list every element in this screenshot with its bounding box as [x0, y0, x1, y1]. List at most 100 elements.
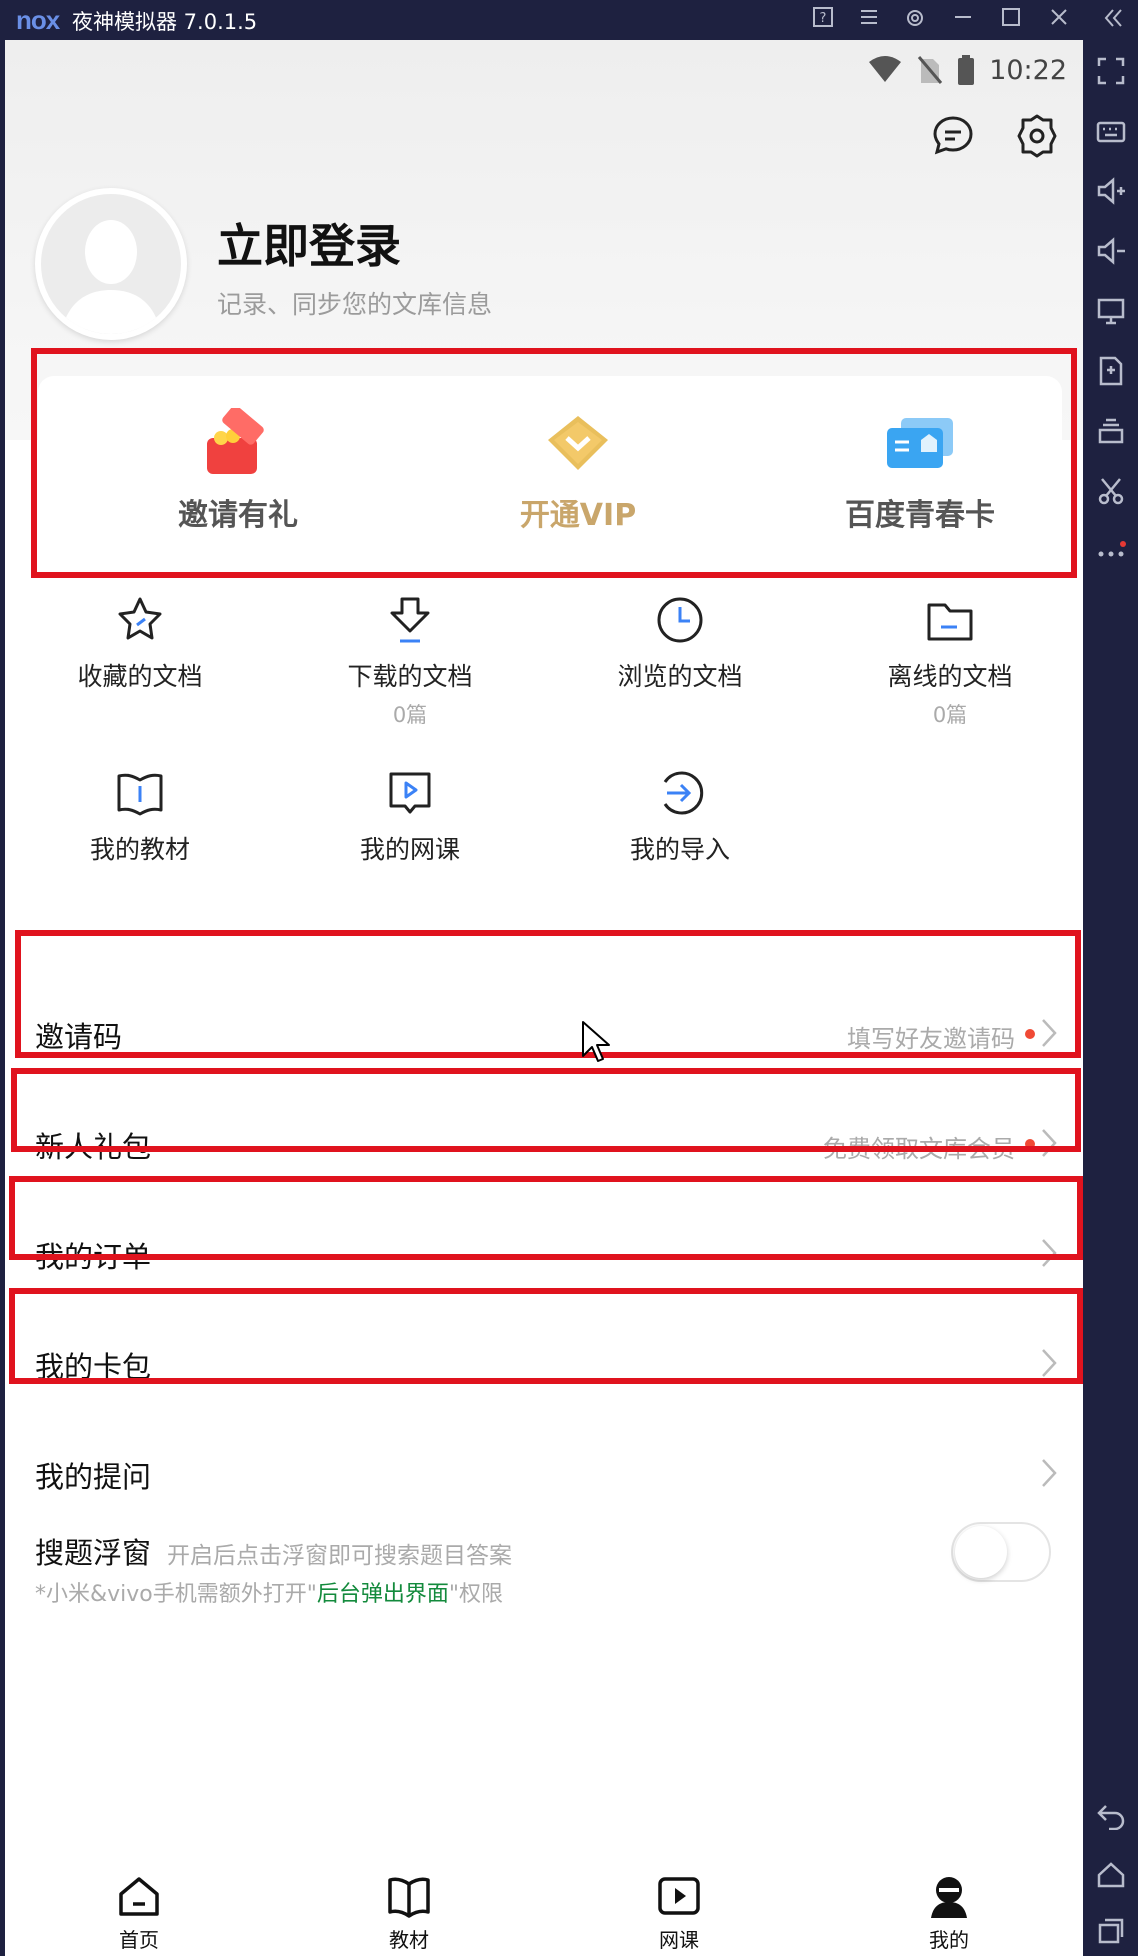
- message-icon[interactable]: [929, 112, 977, 160]
- background-popup-permission-link[interactable]: 后台弹出界面: [317, 1582, 449, 1607]
- help-icon[interactable]: ?: [808, 6, 838, 34]
- collapse-icon[interactable]: [1098, 6, 1128, 34]
- chevron-right-icon: [1042, 1459, 1057, 1487]
- menu-icon[interactable]: [854, 6, 884, 34]
- volume-down-icon[interactable]: [1096, 236, 1126, 266]
- grid-downloads[interactable]: 下载的文档 0篇: [275, 595, 545, 735]
- grid-offline-count: 0篇: [932, 703, 968, 727]
- video-lesson-icon: [389, 772, 431, 814]
- notification-dot: [1025, 1029, 1035, 1039]
- keyboard-icon[interactable]: [1096, 116, 1126, 146]
- grid-offline[interactable]: 离线的文档 0篇: [815, 595, 1083, 735]
- phone-screen: 10:22 立即登录 记录、同步您的文库信息 邀请有礼 开通VIP 百度青春卡 …: [5, 40, 1083, 1956]
- grid-textbooks[interactable]: 我的教材: [5, 768, 275, 908]
- tab-home-label: 首页: [119, 1928, 159, 1952]
- note-prefix: *小米&vivo手机需额外打开": [35, 1582, 317, 1607]
- book-icon: [117, 773, 163, 816]
- row-invite-code-hint: 填写好友邀请码: [847, 1025, 1015, 1053]
- row-newbie-gift[interactable]: 新人礼包 免费领取文库会员: [5, 1096, 1083, 1192]
- tab-me-label: 我的: [929, 1928, 969, 1952]
- close-icon[interactable]: [1044, 6, 1074, 34]
- login-title[interactable]: 立即登录: [217, 210, 401, 276]
- mouse-cursor: [582, 1021, 610, 1062]
- multi-instance-icon[interactable]: [1096, 416, 1126, 446]
- quick-youth-card[interactable]: 百度青春卡: [780, 376, 1060, 554]
- note-suffix: "权限: [448, 1582, 504, 1607]
- tab-courses[interactable]: 网课: [589, 1860, 769, 1956]
- star-icon: [118, 597, 162, 640]
- avatar[interactable]: [35, 188, 187, 340]
- row-my-cards-label: 我的卡包: [35, 1350, 152, 1384]
- row-my-questions-label: 我的提问: [35, 1460, 152, 1494]
- bottom-tab-bar: 首页 教材 网课 我的: [5, 1860, 1083, 1956]
- grid-history[interactable]: 浏览的文档: [545, 595, 815, 735]
- vip-diamond-icon: [548, 416, 608, 470]
- row-invite-code-label: 邀请码: [35, 1020, 123, 1054]
- row-my-cards[interactable]: 我的卡包: [5, 1316, 1083, 1412]
- floating-search-note: *小米&vivo手机需额外打开"后台弹出界面"权限: [35, 1576, 503, 1608]
- grid-downloads-count: 0篇: [392, 703, 428, 727]
- apk-install-icon[interactable]: [1096, 356, 1126, 386]
- back-icon[interactable]: [1096, 1800, 1126, 1830]
- grid-courses[interactable]: 我的网课: [275, 768, 545, 908]
- settings-icon[interactable]: [900, 6, 930, 34]
- login-subtitle: 记录、同步您的文库信息: [217, 290, 493, 319]
- chevron-right-icon: [1042, 1129, 1057, 1157]
- floating-search-desc: 开启后点击浮窗即可搜索题目答案: [167, 1543, 512, 1569]
- floating-search-toggle[interactable]: [951, 1522, 1051, 1582]
- volume-up-icon[interactable]: [1096, 176, 1126, 206]
- emulator-side-toolbar: [1083, 40, 1138, 1956]
- wifi-icon: [869, 56, 902, 82]
- scissors-icon[interactable]: [1096, 476, 1126, 506]
- tab-me[interactable]: 我的: [859, 1860, 1039, 1956]
- row-my-orders-label: 我的订单: [35, 1240, 152, 1274]
- toggle-knob: [955, 1526, 1007, 1578]
- minimize-icon[interactable]: [948, 6, 978, 34]
- play-icon: [658, 1877, 700, 1915]
- notification-dot: [1025, 1139, 1035, 1149]
- tab-textbooks-label: 教材: [389, 1928, 429, 1952]
- row-newbie-gift-label: 新人礼包: [35, 1130, 152, 1164]
- clock-icon: [657, 597, 703, 643]
- grid-favorites-label: 收藏的文档: [77, 662, 203, 691]
- book-open-icon: [388, 1877, 430, 1918]
- row-my-orders[interactable]: 我的订单: [5, 1206, 1083, 1302]
- quick-actions-card: 邀请有礼 开通VIP 百度青春卡: [38, 376, 1062, 554]
- gear-icon[interactable]: [1013, 112, 1061, 160]
- quick-youth-card-label: 百度青春卡: [845, 498, 995, 533]
- grid-favorites[interactable]: 收藏的文档: [5, 595, 275, 735]
- battery-icon: [958, 55, 975, 85]
- svg-text:?: ?: [820, 11, 827, 26]
- more-icon[interactable]: [1096, 536, 1126, 566]
- status-bar: 10:22: [867, 50, 1067, 90]
- fullscreen-icon[interactable]: [1096, 56, 1126, 86]
- grid-history-label: 浏览的文档: [617, 662, 743, 691]
- quick-invite[interactable]: 邀请有礼: [98, 376, 378, 554]
- grid-imports[interactable]: 我的导入: [545, 768, 815, 908]
- chevron-right-icon: [1042, 1019, 1057, 1047]
- recent-apps-icon[interactable]: [1096, 1916, 1126, 1946]
- home-icon: [119, 1877, 159, 1916]
- gift-box-icon: [207, 408, 264, 474]
- download-icon: [390, 597, 430, 643]
- floating-search-title: 搜题浮窗: [35, 1536, 152, 1570]
- profile-icon: [931, 1877, 967, 1918]
- youth-card-icon: [887, 418, 953, 468]
- grid-downloads-label: 下载的文档: [347, 662, 473, 691]
- maximize-icon[interactable]: [996, 6, 1026, 34]
- row-my-questions[interactable]: 我的提问: [5, 1426, 1083, 1522]
- window-title: 夜神模拟器 7.0.1.5: [72, 10, 258, 34]
- row-invite-code[interactable]: 邀请码 填写好友邀请码: [5, 986, 1083, 1082]
- quick-invite-label: 邀请有礼: [178, 498, 298, 533]
- tab-home[interactable]: 首页: [49, 1860, 229, 1956]
- screen-icon[interactable]: [1096, 296, 1126, 326]
- tab-courses-label: 网课: [659, 1928, 699, 1952]
- floating-search-setting: 搜题浮窗 开启后点击浮窗即可搜索题目答案 *小米&vivo手机需额外打开"后台弹…: [35, 1522, 1065, 1630]
- import-icon: [663, 771, 704, 815]
- quick-vip[interactable]: 开通VIP: [438, 376, 718, 554]
- status-time: 10:22: [989, 54, 1067, 86]
- chevron-right-icon: [1042, 1239, 1057, 1267]
- home-nav-icon[interactable]: [1096, 1860, 1126, 1890]
- tab-textbooks[interactable]: 教材: [319, 1860, 499, 1956]
- grid-offline-label: 离线的文档: [887, 662, 1013, 691]
